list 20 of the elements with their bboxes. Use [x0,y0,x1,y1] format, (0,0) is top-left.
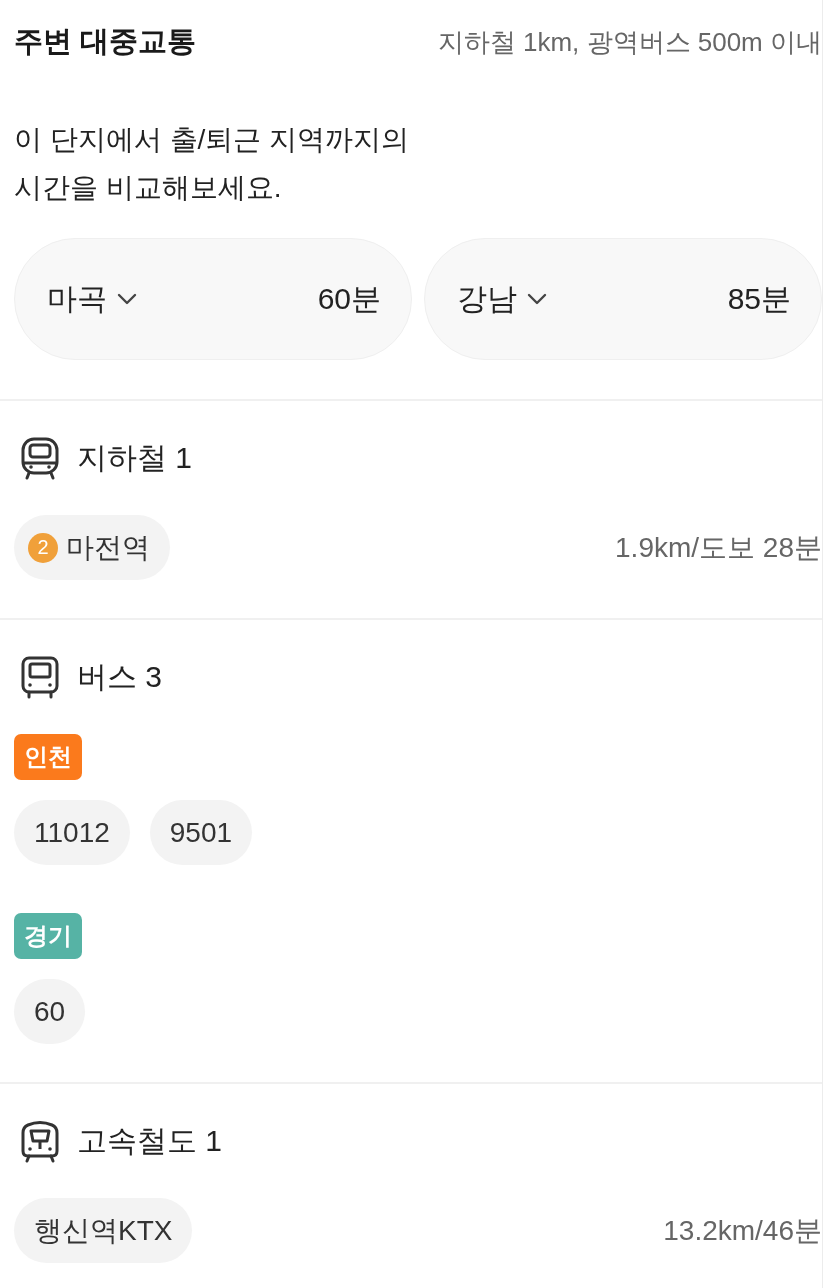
destination-dropdown[interactable]: 마곡 60분 [14,238,412,360]
section-title: 버스 3 [77,658,163,695]
bus-route-chip[interactable]: 9501 [149,800,253,865]
chevron-down-icon [117,293,137,305]
station-chip[interactable]: 2 마전역 [14,515,170,580]
criteria-text: 지하철 1km, 광역버스 500m 이내 [437,25,822,59]
region-tag: 인천 [14,734,82,780]
region-tag: 경기 [14,913,82,959]
station-chip[interactable]: 행신역KTX [14,1198,193,1263]
section-title: 지하철 1 [77,439,193,476]
line-number-badge: 2 [28,532,58,563]
chevron-down-icon [527,293,547,305]
bus-route-chip[interactable]: 11012 [14,800,130,865]
distance-text: 1.9km/도보 28분 [615,530,822,565]
description-text: 이 단지에서 출/퇴근 지역까지의 시간을 비교해보세요. [14,123,411,205]
distance-text: 13.2km/46분 [663,1213,822,1248]
section-title: 고속철도 1 [77,1122,223,1159]
section-heading: 주변 대중교통 [14,24,197,59]
bus-route-chip[interactable]: 60 [14,979,86,1044]
destination-dropdown[interactable]: 강남 85분 [424,238,822,360]
